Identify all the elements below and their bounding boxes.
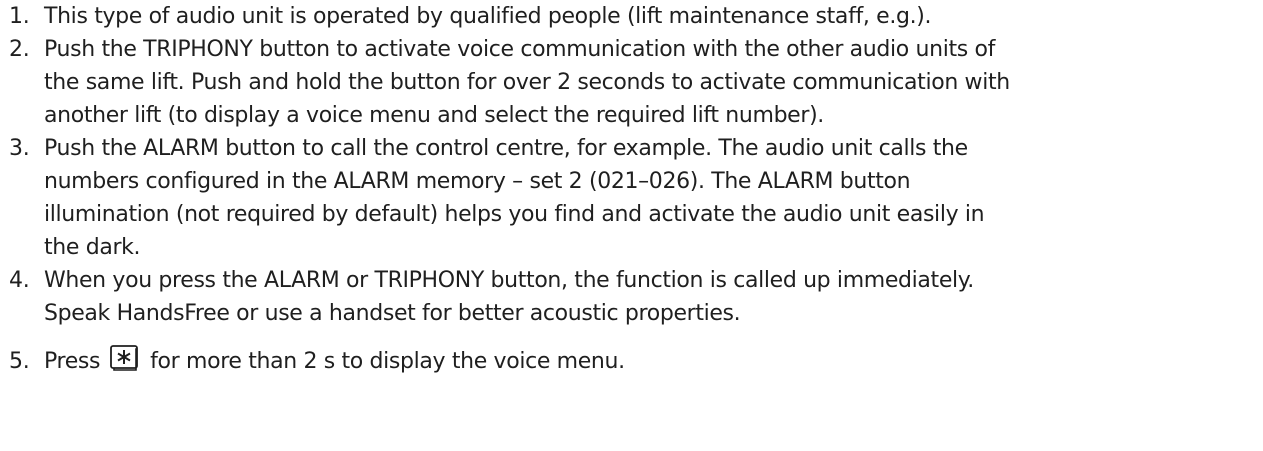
item-line: Speak HandsFree or use a handset for bet… xyxy=(44,301,741,326)
item-line: Push the TRIPHONY button to activate voi… xyxy=(44,37,996,62)
item-number: 5. xyxy=(9,349,30,374)
item-number: 4. xyxy=(9,268,30,293)
list-item: 5. Press for more than 2 s to display th… xyxy=(0,345,1263,381)
item-line: the same lift. Push and hold the button … xyxy=(44,70,1010,95)
list-item: 4. When you press the ALARM or TRIPHONY … xyxy=(0,264,1263,330)
item-text: Press for more than 2 s to display the v… xyxy=(44,345,1263,381)
item-text-after-icon: for more than 2 s to display the voice m… xyxy=(150,349,625,374)
list-item: 3. Push the ALARM button to call the con… xyxy=(0,132,1263,264)
item-text-before-icon: Press xyxy=(44,349,101,374)
item-number: 1. xyxy=(9,4,30,29)
star-key-icon xyxy=(110,345,139,381)
item-line: When you press the ALARM or TRIPHONY but… xyxy=(44,268,974,293)
item-text: When you press the ALARM or TRIPHONY but… xyxy=(44,264,1263,330)
item-line: This type of audio unit is operated by q… xyxy=(44,4,932,29)
item-text: Push the TRIPHONY button to activate voi… xyxy=(44,33,1263,132)
item-text: This type of audio unit is operated by q… xyxy=(44,0,1263,33)
item-line: illumination (not required by default) h… xyxy=(44,202,985,227)
item-line: Push the ALARM button to call the contro… xyxy=(44,136,968,161)
list-item: 1. This type of audio unit is operated b… xyxy=(0,0,1263,33)
item-number: 2. xyxy=(9,37,30,62)
item-number: 3. xyxy=(9,136,30,161)
list-item: 2. Push the TRIPHONY button to activate … xyxy=(0,33,1263,132)
item-line: numbers configured in the ALARM memory –… xyxy=(44,169,911,194)
item-line: another lift (to display a voice menu an… xyxy=(44,103,824,128)
item-line: the dark. xyxy=(44,235,141,260)
item-text: Push the ALARM button to call the contro… xyxy=(44,132,1263,264)
instruction-list: 1. This type of audio unit is operated b… xyxy=(0,0,1263,451)
